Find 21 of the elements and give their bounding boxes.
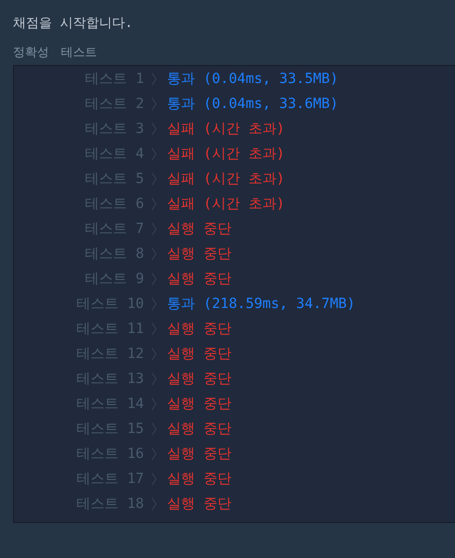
test-result: 통과 (0.04ms, 33.5MB) xyxy=(167,70,338,88)
test-result: 실행 중단 xyxy=(167,494,232,512)
test-result: 실패 (시간 초과) xyxy=(167,144,285,162)
test-result: 실행 중단 xyxy=(167,394,232,412)
test-result: 실행 중단 xyxy=(167,444,232,462)
test-result: 통과 (218.59ms, 34.7MB) xyxy=(167,294,356,312)
test-result: 실행 중단 xyxy=(167,344,232,362)
test-result: 실패 (시간 초과) xyxy=(167,194,285,212)
test-result: 실행 중단 xyxy=(167,420,232,438)
test-result: 실패 (시간 초과) xyxy=(167,120,285,138)
test-result: 실행 중단 xyxy=(167,244,232,262)
test-result: 실행 중단 xyxy=(167,320,232,338)
test-result: 실행 중단 xyxy=(167,220,232,238)
status-message: 채점을 시작합니다. xyxy=(13,15,134,33)
test-result: 실패 (시간 초과) xyxy=(167,170,285,188)
test-result: 실행 중단 xyxy=(167,270,232,288)
test-result: 통과 (0.04ms, 33.6MB) xyxy=(167,94,338,112)
section-title: 테스트 xyxy=(61,44,97,60)
test-result: 실행 중단 xyxy=(167,470,232,488)
test-result: 실행 중단 xyxy=(167,370,232,388)
section-title: 정확성 xyxy=(13,44,49,60)
